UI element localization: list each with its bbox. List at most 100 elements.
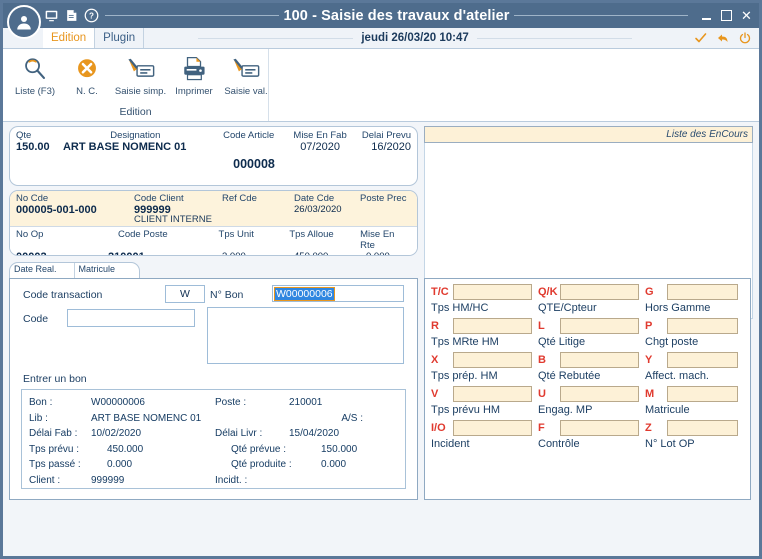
memo-textarea[interactable] <box>207 307 404 364</box>
header-code-article: Code Article <box>223 130 275 141</box>
ribbon-label-nc: N. C. <box>76 86 98 97</box>
code-input-x[interactable] <box>453 352 532 368</box>
ribbon-group-edition: Liste (F3) N. C. Saisie simp. Imprimer S… <box>3 49 269 121</box>
codes-row-2: R L P Tps MRte HM Qté Litige Chgt poste <box>431 318 744 348</box>
codes-row-3: X B Y Tps prép. HM Qté Rebutée Affect. m… <box>431 352 744 382</box>
code-input-z[interactable] <box>667 420 738 436</box>
commande-headers: No Cde Code Client Ref Cde Date Cde Post… <box>16 193 411 204</box>
back-action-icon[interactable] <box>716 32 730 44</box>
detail-key-1: Tps passé : <box>29 459 81 471</box>
code-field-l: L <box>538 318 645 334</box>
detail-key-2: Incidt. : <box>215 474 248 486</box>
codes-row-4-labels: Tps prévu HM Engag. MP Matricule <box>431 404 744 416</box>
value-tps-alloue: 450.000 <box>294 251 366 255</box>
notepad-icon[interactable] <box>61 5 81 27</box>
code-input-tc[interactable] <box>453 284 532 300</box>
detail-value-2: 210001 <box>289 397 323 408</box>
label-code: Code <box>23 313 49 325</box>
commande-band: No Cde Code Client Ref Cde Date Cde Post… <box>10 191 417 227</box>
detail-key-1: Bon : <box>29 397 53 408</box>
code-input-qk[interactable] <box>560 284 639 300</box>
label-code-transaction: Code transaction <box>23 289 103 301</box>
detail-row: Tps passé : 0.000 Qté produite : 0.000 <box>29 457 398 473</box>
detail-value-2: 0.000 <box>321 459 347 471</box>
header-mise-en-rte: Mise En Rte <box>360 229 395 251</box>
ribbon-label-saisie-simp: Saisie simp. <box>114 86 167 97</box>
user-avatar-icon[interactable] <box>7 5 41 39</box>
validate-action-icon[interactable] <box>694 32 707 44</box>
help-icon[interactable]: ? <box>81 5 101 27</box>
code-label-z: N° Lot OP <box>645 438 695 450</box>
header-no-cde: No Cde <box>16 193 49 204</box>
detail-value-1: 0.000 <box>107 459 133 471</box>
ribbon-button-liste[interactable]: Liste (F3) <box>13 53 57 97</box>
no-bon-input[interactable]: W00000006 <box>272 285 404 302</box>
tab-edition[interactable]: Edition <box>43 28 96 48</box>
article-values: 150.00 ART BASE NOMENC 01 07/2020 16/202… <box>16 141 411 153</box>
code-input[interactable] <box>67 309 195 327</box>
code-label-u: Engag. MP <box>538 404 593 416</box>
code-label-y: Affect. mach. <box>645 370 709 382</box>
codes-row-4-inputs: V U M <box>431 386 744 402</box>
monitor-icon[interactable] <box>41 5 61 27</box>
header-code-poste: Code Poste <box>118 229 168 240</box>
close-button[interactable]: ✕ <box>738 7 755 25</box>
code-key-l: L <box>538 320 545 332</box>
code-field-p: P <box>645 318 744 334</box>
detail-key-1: Tps prévu : <box>29 443 80 455</box>
codes-row-1: T/C Q/K G Tps HM/HC QTE/Cpteur Hors Gamm… <box>431 284 744 314</box>
value-code-article-big: 000008 <box>233 157 275 171</box>
code-input-y[interactable] <box>667 352 738 368</box>
value-code-article <box>208 141 290 153</box>
header-code-client: Code Client <box>134 193 184 204</box>
minimize-button[interactable] <box>698 7 715 25</box>
article-code-row: 000008 <box>16 157 411 171</box>
title-bar: ? 100 - Saisie des travaux d'atelier ✕ <box>3 3 759 39</box>
code-input-v[interactable] <box>453 386 532 402</box>
code-input-b[interactable] <box>560 352 639 368</box>
code-key-io: I/O <box>431 422 446 434</box>
code-transaction-input[interactable]: W <box>165 285 205 303</box>
ribbon-button-saisie-val[interactable]: Saisie val. <box>224 53 268 97</box>
operation-values: 00002 210001 3.000 450.000 0.000 <box>16 251 411 255</box>
menubar-actions <box>686 28 759 48</box>
code-field-y: Y <box>645 352 744 368</box>
code-label-io: Incident <box>431 438 470 450</box>
code-input-r[interactable] <box>453 318 532 334</box>
power-action-icon[interactable] <box>739 32 751 44</box>
ribbon-button-saisie-simp[interactable]: Saisie simp. <box>114 53 167 97</box>
header-ref-cde: Ref Cde <box>222 193 257 204</box>
detail-key-2: Qté produite : <box>231 459 292 471</box>
label-entrer-un-bon: Entrer un bon <box>23 373 87 385</box>
menu-bar: Edition Plugin jeudi 26/03/20 10:47 <box>3 28 759 49</box>
code-input-g[interactable] <box>667 284 738 300</box>
tab-plugin[interactable]: Plugin <box>95 28 145 48</box>
detail-value-1: 450.000 <box>107 443 144 455</box>
code-field-f: F <box>538 420 645 436</box>
datetime-display: jeudi 26/03/20 10:47 <box>353 32 477 44</box>
article-headers: Qte Designation Code Article Mise En Fab… <box>16 130 411 141</box>
codes-row-4: V U M Tps prévu HM Engag. MP Matricule <box>431 386 744 416</box>
code-label-f: Contrôle <box>538 438 580 450</box>
article-card: Qte Designation Code Article Mise En Fab… <box>9 126 418 186</box>
maximize-button[interactable] <box>718 7 735 25</box>
detail-row: Lib : ART BASE NOMENC 01 A/S : <box>29 411 398 427</box>
code-input-m[interactable] <box>667 386 738 402</box>
code-input-p[interactable] <box>667 318 738 334</box>
titlebar-rule-left <box>105 15 280 16</box>
code-input-f[interactable] <box>560 420 639 436</box>
code-input-l[interactable] <box>560 318 639 334</box>
code-input-u[interactable] <box>560 386 639 402</box>
header-no-op: No Op <box>16 229 44 240</box>
code-input-io[interactable] <box>453 420 532 436</box>
code-field-g: G <box>645 284 744 300</box>
detail-value-1: 10/02/2020 <box>91 428 142 440</box>
value-date-cde: 26/03/2020 <box>294 204 342 215</box>
ribbon-button-nc[interactable]: N. C. <box>65 53 109 97</box>
header-poste-prec: Poste Prec <box>360 193 407 204</box>
svg-text:?: ? <box>89 12 94 21</box>
code-key-u: U <box>538 388 546 400</box>
codes-row-2-inputs: R L P <box>431 318 744 334</box>
value-poste-prec <box>360 204 411 216</box>
ribbon-button-imprimer[interactable]: Imprimer <box>172 53 216 97</box>
